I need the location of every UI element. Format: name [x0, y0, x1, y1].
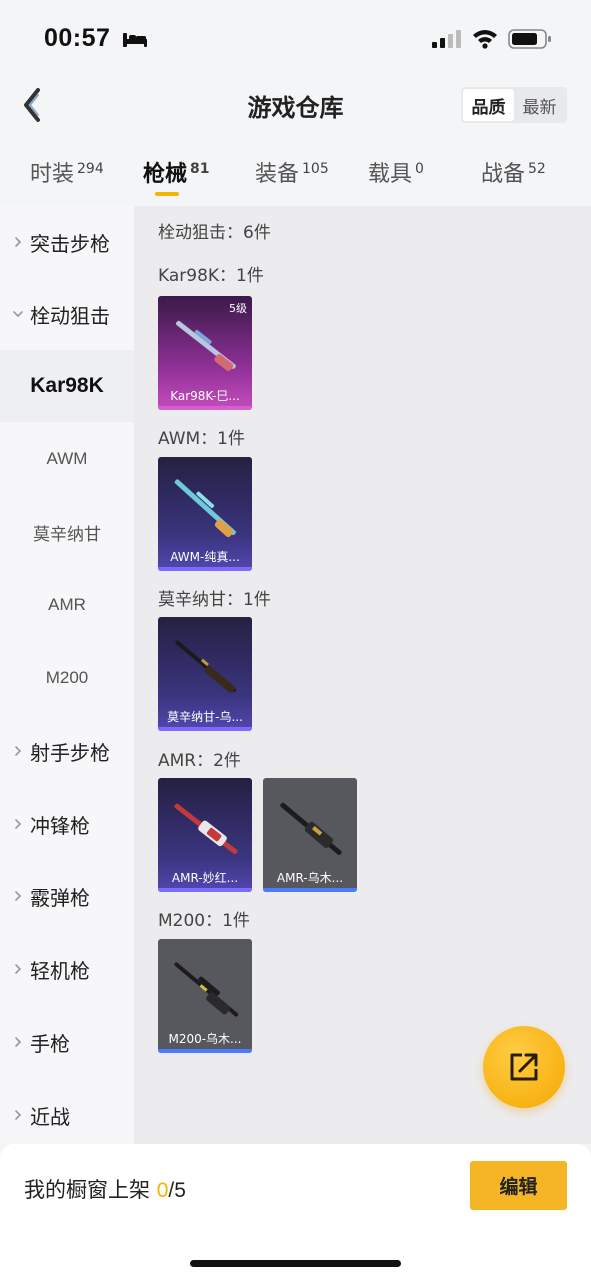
- sort-option-quality[interactable]: 品质: [463, 89, 514, 121]
- section-label-awm: AWM：1件: [158, 429, 245, 449]
- sidebar-item-kar98k[interactable]: Kar98K: [0, 350, 134, 422]
- sidebar-item-lmg[interactable]: 轻机枪: [0, 933, 134, 1005]
- nav-bar: 游戏仓库 品质 最新: [0, 72, 591, 138]
- status-bar: 00:57: [0, 0, 591, 72]
- sort-option-latest[interactable]: 最新: [514, 89, 565, 121]
- wifi-icon: [473, 30, 497, 49]
- sidebar-item-shotgun[interactable]: 霰弹枪: [0, 860, 134, 932]
- tab-count: 105: [302, 160, 329, 177]
- home-indicator: [190, 1260, 401, 1267]
- item-card-mosin[interactable]: 莫辛纳甘-乌...: [158, 617, 252, 731]
- sidebar-item-pistol[interactable]: 手枪: [0, 1006, 134, 1078]
- tab-label: 载具: [368, 162, 413, 187]
- sidebar-item-label: 冲锋枪: [30, 813, 90, 838]
- item-name: Kar98K-巳...: [170, 389, 240, 403]
- item-name: AMR-妙红...: [171, 871, 239, 885]
- chevron-right-icon: [15, 1037, 22, 1047]
- sidebar-item-m200[interactable]: M200: [0, 642, 134, 714]
- category-summary: 栓动狙击：6件: [158, 223, 271, 243]
- sort-toggle: 品质 最新: [461, 87, 567, 123]
- edit-button[interactable]: 编辑: [470, 1161, 567, 1210]
- signal-icon: [432, 30, 461, 48]
- chevron-right-icon: [15, 1110, 22, 1120]
- tab-equipment[interactable]: 装备 105: [255, 156, 329, 188]
- tab-vehicles[interactable]: 载具 0: [368, 156, 424, 188]
- tab-count: 52: [528, 160, 546, 177]
- sidebar-item-label: 栓动狙击: [30, 303, 110, 328]
- chevron-right-icon: [15, 237, 22, 247]
- share-button[interactable]: [483, 1026, 565, 1108]
- share-icon: [510, 1053, 538, 1081]
- sidebar-item-awm[interactable]: AWM: [0, 423, 134, 495]
- status-time: 00:57: [44, 24, 111, 52]
- section-label-kar98k: Kar98K：1件: [158, 266, 264, 286]
- item-level-badge: 5级: [229, 302, 247, 315]
- tab-count: 294: [77, 160, 104, 177]
- chevron-down-icon: [13, 311, 23, 318]
- tab-label: 战备: [481, 162, 526, 187]
- shelf-label: 我的橱窗上架: [24, 1178, 157, 1202]
- item-name: AMR-乌木...: [276, 871, 344, 885]
- sidebar-item-smg[interactable]: 冲锋枪: [0, 788, 134, 860]
- item-card-kar98k[interactable]: 5级 Kar98K-巳...: [158, 296, 252, 410]
- tab-supplies[interactable]: 战备 52: [481, 156, 546, 188]
- chevron-right-icon: [15, 891, 22, 901]
- active-tab-indicator: [155, 192, 179, 196]
- tab-label: 装备: [255, 162, 300, 187]
- sidebar-item-assault-rifle[interactable]: 突击步枪: [0, 206, 134, 278]
- chevron-right-icon: [15, 819, 22, 829]
- tab-count: 0: [415, 160, 424, 177]
- shelf-status: 我的橱窗上架 0/5: [24, 1174, 186, 1204]
- tab-count: 81: [190, 160, 210, 177]
- item-card-m200[interactable]: M200-乌木...: [158, 939, 252, 1053]
- sidebar-item-label: 近战: [30, 1104, 70, 1129]
- sidebar-item-label: 轻机枪: [30, 958, 90, 983]
- sidebar-item-label: 手枪: [30, 1031, 70, 1056]
- sidebar-item-melee[interactable]: 近战: [0, 1079, 134, 1151]
- item-name: AWM-纯真...: [170, 550, 240, 564]
- chevron-right-icon: [15, 746, 22, 756]
- bed-icon: [123, 33, 147, 47]
- item-card-awm[interactable]: AWM-纯真...: [158, 457, 252, 571]
- bottom-bar: 我的橱窗上架 0/5 编辑: [0, 1144, 591, 1280]
- sidebar-item-label: 霰弹枪: [30, 885, 90, 910]
- sidebar-item-bolt-sniper[interactable]: 栓动狙击: [0, 278, 134, 350]
- tab-label: 枪械: [143, 162, 188, 187]
- item-card-amr-red[interactable]: AMR-妙红...: [158, 778, 252, 892]
- item-name: 莫辛纳甘-乌...: [167, 710, 243, 724]
- sidebar-item-amr[interactable]: AMR: [0, 569, 134, 641]
- category-tabs: 时装 294 枪械 81 装备 105 载具 0 战备 52: [0, 138, 591, 206]
- sidebar-item-marksman-rifle[interactable]: 射手步枪: [0, 715, 134, 787]
- section-label-mosin: 莫辛纳甘：1件: [158, 590, 271, 610]
- section-label-m200: M200：1件: [158, 911, 250, 931]
- shelf-count: 0: [156, 1179, 169, 1202]
- chevron-right-icon: [15, 964, 22, 974]
- weapon-category-sidebar: 突击步枪 栓动狙击 Kar98K AWM 莫辛纳甘 AMR M200 射手步枪 …: [0, 206, 134, 1144]
- sidebar-item-label: 突击步枪: [30, 231, 110, 256]
- section-label-amr: AMR：2件: [158, 751, 241, 771]
- tab-guns[interactable]: 枪械 81: [143, 156, 210, 188]
- battery-icon: [508, 29, 551, 49]
- shelf-total: /5: [168, 1179, 186, 1202]
- item-name: M200-乌木...: [168, 1032, 242, 1046]
- item-card-amr-ebony[interactable]: AMR-乌木...: [263, 778, 357, 892]
- sidebar-item-mosin[interactable]: 莫辛纳甘: [0, 496, 134, 568]
- tab-fashion[interactable]: 时装 294: [30, 156, 104, 188]
- tab-label: 时装: [30, 162, 75, 187]
- sidebar-item-label: 射手步枪: [30, 740, 110, 765]
- inventory-content: 栓动狙击：6件 Kar98K：1件 5级 Kar98K-巳... AWM：1件: [134, 206, 591, 1144]
